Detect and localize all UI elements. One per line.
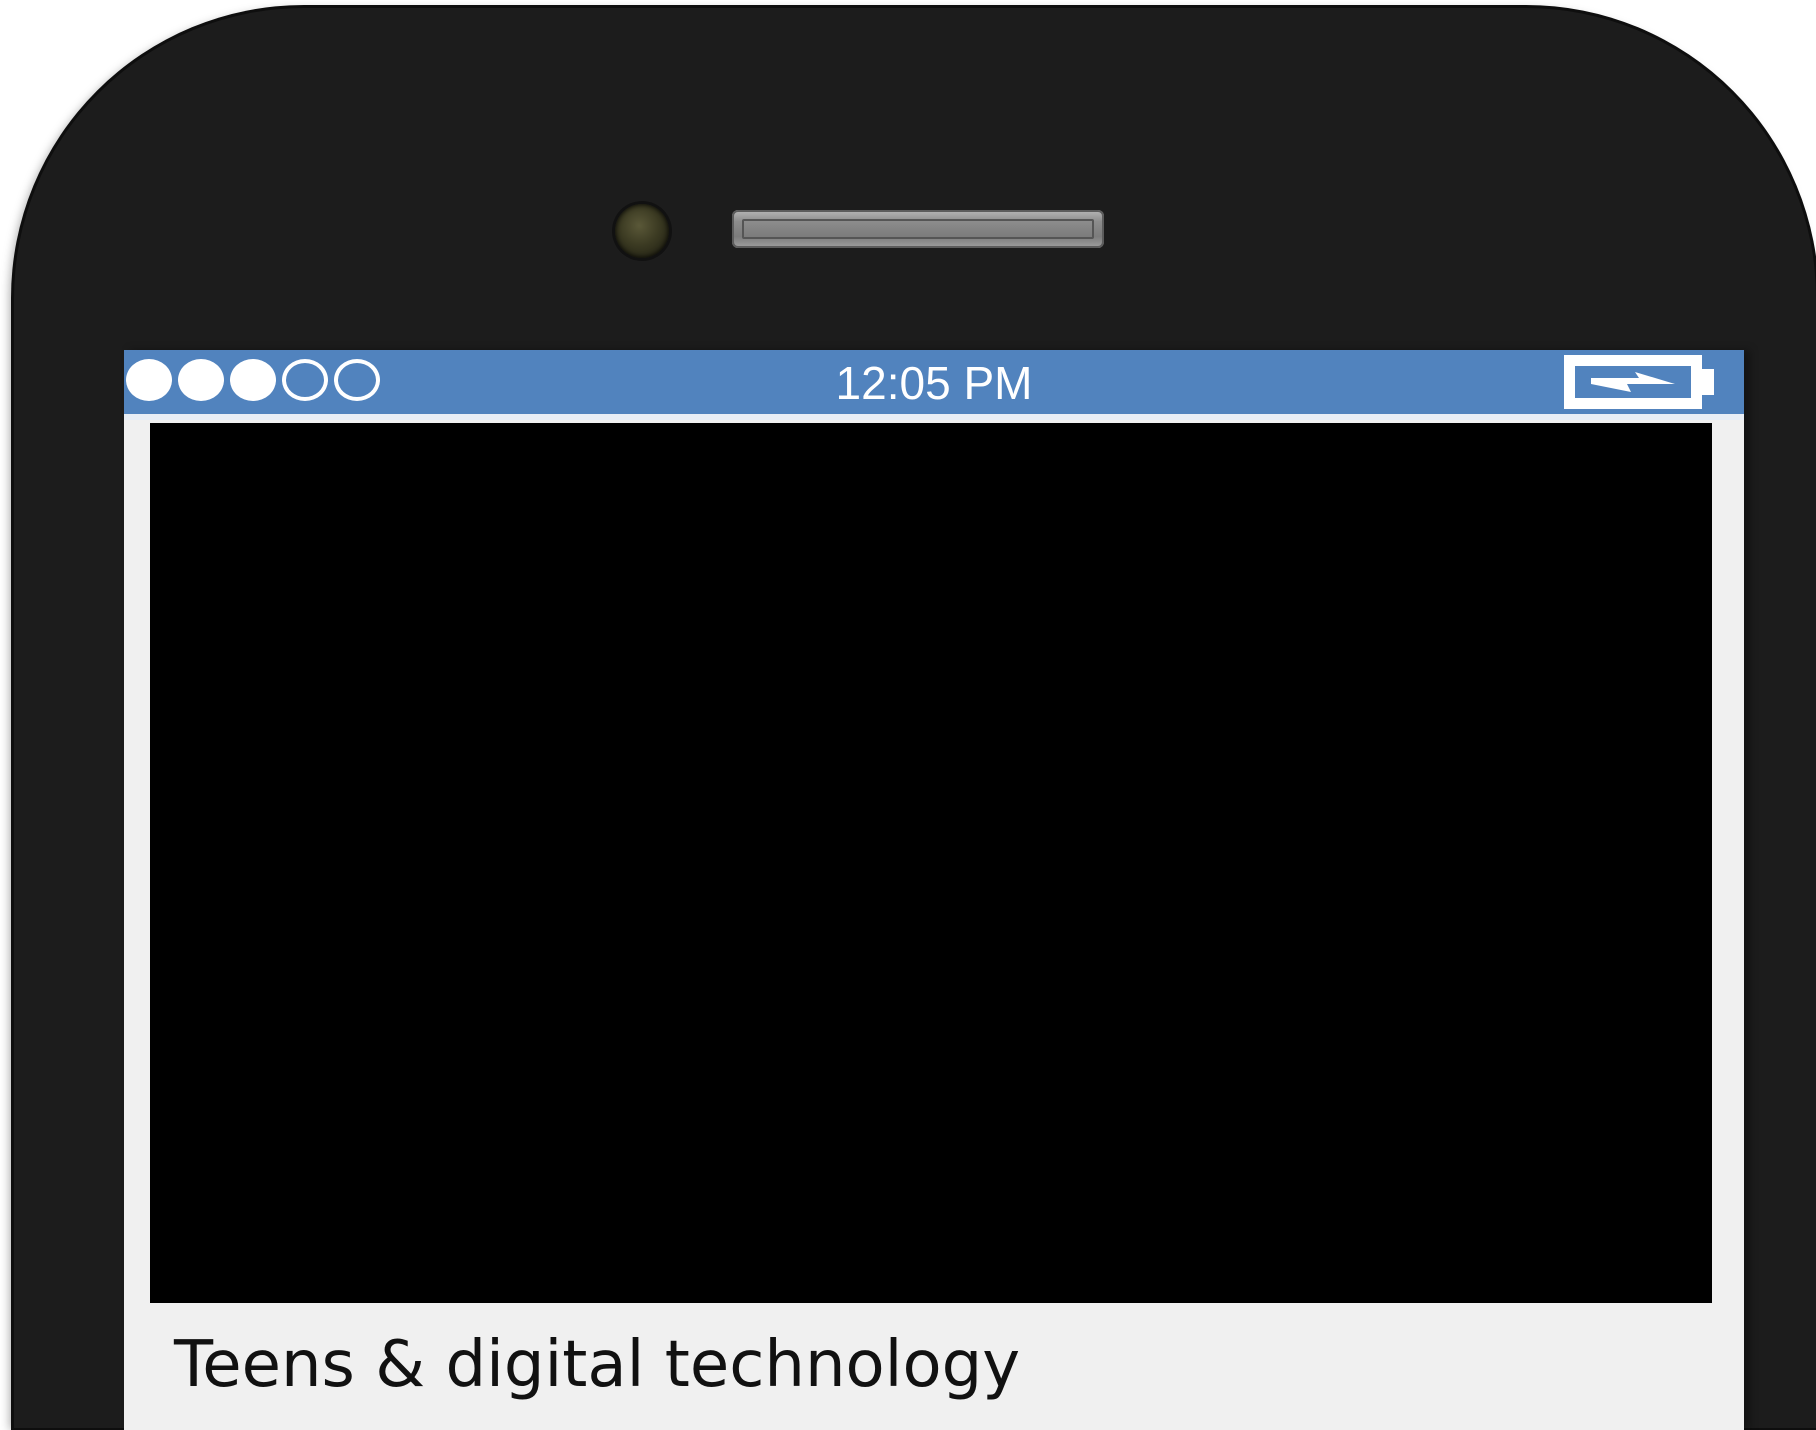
phone-frame: 12:05 PM Teens & digital technology xyxy=(14,8,1816,1430)
video-player[interactable] xyxy=(150,423,1712,1303)
status-time: 12:05 PM xyxy=(835,357,1033,409)
status-bar: 12:05 PM xyxy=(124,350,1744,420)
lightning-bolt-icon xyxy=(1591,372,1675,392)
video-title: Teens & digital technology xyxy=(174,1328,1021,1402)
earpiece-speaker-icon xyxy=(732,210,1104,248)
front-camera-icon xyxy=(615,204,669,258)
battery-terminal xyxy=(1702,369,1714,395)
phone-screen: 12:05 PM Teens & digital technology xyxy=(124,350,1744,1430)
battery-charging-icon xyxy=(1564,355,1702,409)
